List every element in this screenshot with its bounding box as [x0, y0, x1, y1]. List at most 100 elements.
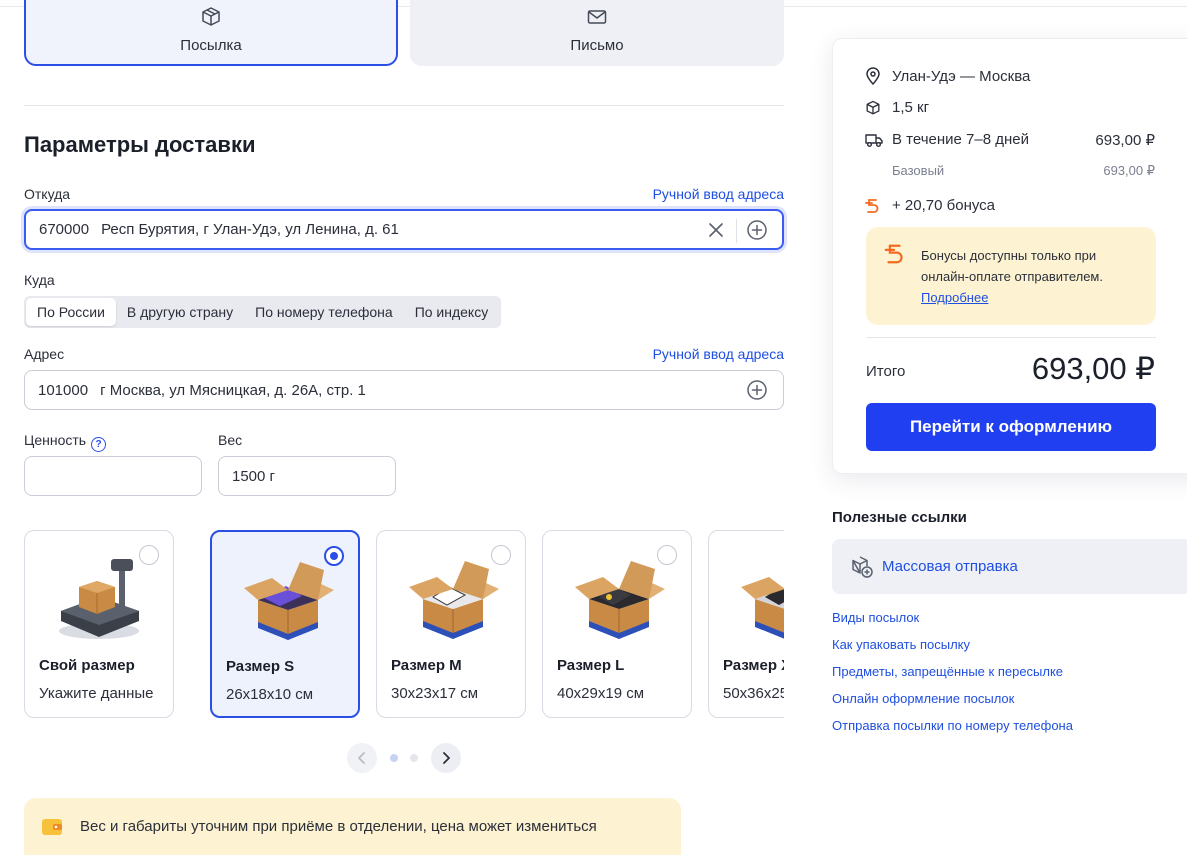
weight-row: 1,5 кг [865, 99, 929, 116]
clear-icon[interactable] [704, 218, 728, 242]
weight-input[interactable]: 1500 г [218, 456, 396, 496]
box-add-icon [850, 555, 874, 579]
size-card-custom[interactable]: Свой размер Укажите данные [24, 530, 174, 718]
bonus-info-message: Бонусы доступны только при онлайн-оплате… [921, 248, 1103, 284]
box-icon [403, 551, 503, 643]
tariff-name: Базовый [892, 163, 945, 178]
chevron-right-icon [443, 752, 450, 764]
size-card-s[interactable]: Размер S 26x18x10 см [210, 530, 360, 718]
to-label: Куда [24, 272, 55, 288]
to-address-input[interactable]: 101000 г Москва, ул Мясницкая, д. 26А, с… [24, 370, 784, 410]
tariff-price: 693,00 ₽ [1103, 163, 1155, 178]
order-summary-card: Улан-Удэ — Москва 1,5 кг В течение 7–8 д… [832, 38, 1187, 474]
from-manual-address-link[interactable]: Ручной ввод адреса [653, 186, 784, 202]
add-circle-icon[interactable] [745, 218, 769, 242]
delivery-price: 693,00 ₽ [1095, 132, 1155, 149]
weight-notice-text: Вес и габариты уточним при приёме в отде… [80, 818, 597, 835]
tab-other-country[interactable]: В другую страну [116, 298, 244, 326]
mass-shipping-button[interactable]: Массовая отправка [832, 539, 1187, 594]
size-dims: 26x18x10 см [226, 686, 314, 703]
total-label: Итого [866, 363, 906, 380]
useful-links-title: Полезные ссылки [832, 509, 967, 526]
size-dims: 40x29x19 см [557, 685, 645, 702]
to-manual-address-link[interactable]: Ручной ввод адреса [653, 346, 784, 362]
link-online-parcel-form[interactable]: Онлайн оформление посылок [832, 690, 1073, 717]
weight-notice: Вес и габариты уточним при приёме в отде… [24, 798, 681, 855]
tab-russia[interactable]: По России [26, 298, 116, 326]
input-separator [736, 219, 737, 243]
link-how-to-pack[interactable]: Как упаковать посылку [832, 636, 1073, 663]
checkout-button[interactable]: Перейти к оформлению [866, 403, 1156, 451]
size-card-m[interactable]: Размер M 30x23x17 см [376, 530, 526, 718]
box-icon [569, 551, 669, 643]
bonus-more-link[interactable]: Подробнее [921, 290, 988, 305]
link-send-by-phone[interactable]: Отправка посылки по номеру телефона [832, 717, 1073, 744]
from-address-input[interactable]: 670000 Респ Бурятия, г Улан-Удэ, ул Лени… [24, 209, 784, 250]
declared-value-input[interactable] [24, 456, 202, 496]
weight-label: Вес [218, 432, 243, 448]
link-parcel-types[interactable]: Виды посылок [832, 609, 1073, 636]
delivery-time-text: В течение 7–8 дней [892, 131, 1029, 148]
from-label: Откуда [24, 186, 71, 202]
tab-phone-number[interactable]: По номеру телефона [244, 298, 404, 326]
bonus-icon [865, 198, 885, 214]
page-title: Параметры доставки [24, 132, 256, 157]
size-title: Размер S [226, 658, 295, 675]
tab-postcode[interactable]: По индексу [404, 298, 500, 326]
total-value: 693,00 ₽ [1031, 351, 1155, 386]
carousel-next-button[interactable] [431, 743, 461, 773]
mass-shipping-label: Массовая отправка [882, 558, 1018, 575]
size-card-l[interactable]: Размер L 40x29x19 см [542, 530, 692, 718]
box-icon [735, 551, 784, 643]
carousel-prev-button[interactable] [347, 743, 377, 773]
size-title: Размер M [391, 657, 462, 674]
bonus-info-text: Бонусы доступны только при онлайн-оплате… [921, 245, 1146, 308]
letter-mode-card[interactable]: Письмо [410, 0, 784, 66]
size-title: Свой размер [39, 657, 135, 674]
size-dims: 50x36x25 см [723, 685, 784, 702]
address-label: Адрес [24, 346, 65, 362]
carousel-dot-active[interactable] [390, 754, 398, 762]
parcel-mode-card[interactable]: Посылка [24, 0, 398, 66]
bonus-info-box: Бонусы доступны только при онлайн-оплате… [866, 227, 1156, 325]
chevron-left-icon [358, 752, 365, 764]
parcel-mode-label: Посылка [180, 37, 242, 54]
box-icon [200, 6, 222, 33]
wallet-icon [42, 818, 62, 835]
bonus-text: + 20,70 бонуса [892, 197, 996, 214]
size-card-xl[interactable]: Размер XL 50x36x25 см [708, 530, 784, 718]
location-pin-icon [865, 67, 885, 85]
bonus-icon [884, 243, 904, 270]
from-index: 670000 [39, 221, 90, 238]
summary-divider [866, 337, 1156, 338]
size-dims: Укажите данные [39, 685, 154, 702]
scale-icon [51, 551, 151, 643]
route-text: Улан-Удэ — Москва [892, 67, 1031, 85]
size-carousel: Свой размер Укажите данные Размер S 26x1… [24, 530, 784, 720]
size-title: Размер L [557, 657, 625, 674]
size-title: Размер XL [723, 657, 784, 674]
envelope-icon [586, 6, 608, 33]
carousel-dot[interactable] [410, 754, 418, 762]
declared-value-label: Ценность? [24, 432, 107, 452]
destination-type-tabs: По России В другую страну По номеру теле… [24, 296, 502, 328]
route-row: Улан-Удэ — Москва [865, 67, 1030, 85]
weight-text: 1,5 кг [892, 99, 930, 116]
from-address-text: Респ Бурятия, г Улан-Удэ, ул Ленина, д. … [101, 221, 399, 238]
delivery-time-row: В течение 7–8 дней [865, 131, 1029, 148]
section-divider [24, 105, 784, 106]
link-prohibited-items[interactable]: Предметы, запрещённые к пересылке [832, 663, 1073, 690]
useful-links-list: Виды посылок Как упаковать посылку Предм… [832, 609, 1073, 744]
bonus-row: + 20,70 бонуса [865, 197, 995, 214]
truck-icon [865, 132, 885, 148]
declared-value-label-text: Ценность [24, 432, 87, 448]
letter-mode-label: Письмо [570, 37, 624, 54]
help-icon[interactable]: ? [91, 437, 107, 452]
to-address-text: г Москва, ул Мясницкая, д. 26А, стр. 1 [100, 381, 366, 399]
size-dims: 30x23x17 см [391, 685, 479, 702]
to-index: 101000 [38, 381, 89, 399]
weight-value: 1500 г [232, 467, 276, 485]
add-circle-icon[interactable] [745, 378, 769, 402]
box-icon [238, 552, 338, 644]
box-icon [865, 100, 885, 116]
